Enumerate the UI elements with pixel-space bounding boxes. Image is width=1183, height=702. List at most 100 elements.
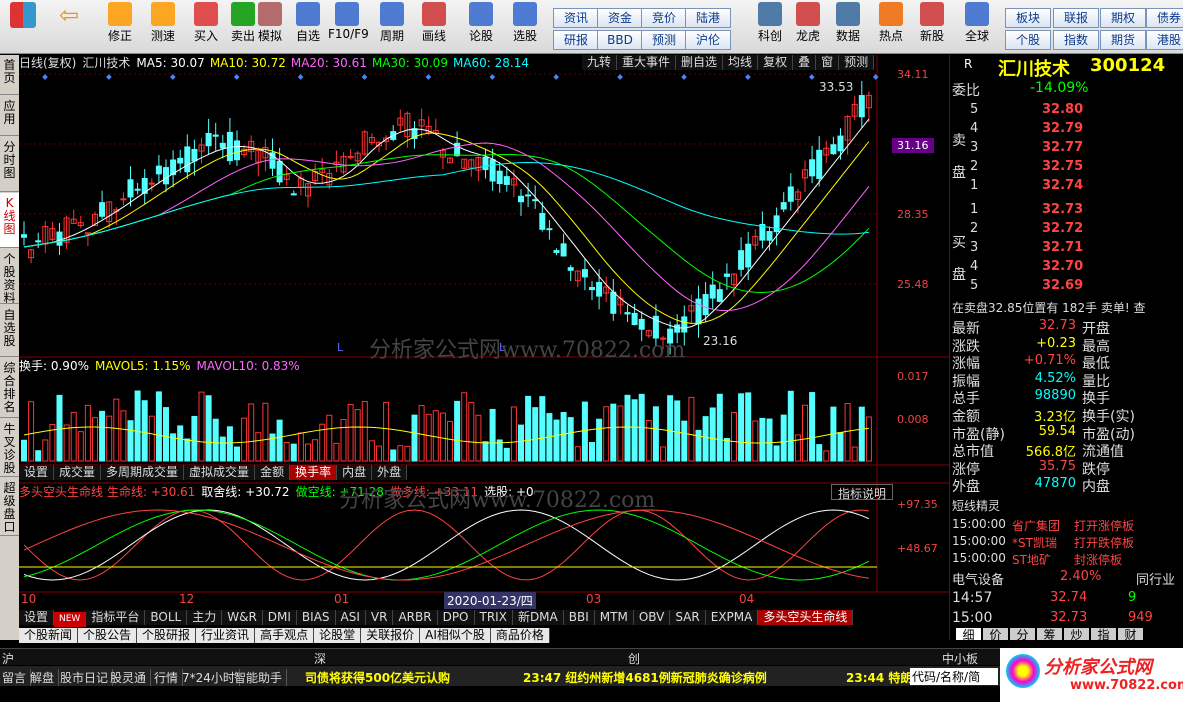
status-item[interactable]: 股市日记 [60, 669, 114, 686]
left-tab-0[interactable]: 首页 [0, 55, 19, 95]
code-search-label[interactable]: 代码/名称/简 [910, 668, 998, 685]
elf-stock[interactable]: 省广集团 [1012, 517, 1060, 534]
status-item[interactable]: 留言 [2, 669, 32, 686]
news-ticker[interactable]: 司债将获得500亿美元认购 [305, 669, 450, 686]
status-item[interactable]: 7*24小时 [182, 669, 240, 686]
market-label[interactable]: 中小板 [942, 650, 978, 665]
quote-footer-tab[interactable]: 价 [983, 628, 1008, 640]
indicator-tab[interactable]: 主力 [187, 610, 223, 625]
indicator-tab[interactable]: BOLL [145, 610, 188, 625]
layout-icon[interactable] [10, 2, 36, 52]
vol-tab[interactable]: 虚拟成交量 [184, 465, 256, 480]
toolbar-button-10[interactable]: 选股 [506, 2, 544, 52]
event-marker[interactable] [297, 74, 304, 80]
toolbar-small-button[interactable]: BBD [597, 30, 643, 50]
toolbar-button-6[interactable]: F10/F9 [328, 2, 369, 52]
event-marker[interactable] [489, 74, 496, 80]
event-marker[interactable] [361, 74, 368, 80]
indicator-tab[interactable]: ASI [335, 610, 366, 625]
news-ticker[interactable]: 23:44 特朗 [846, 669, 912, 686]
toolbar-small-button[interactable]: 期权 [1100, 8, 1146, 28]
event-marker[interactable] [681, 74, 687, 80]
info-tab[interactable]: 个股新闻 [19, 628, 79, 643]
quote-footer-tab[interactable]: 指 [1091, 628, 1116, 640]
info-tab[interactable]: 商品价格 [490, 628, 550, 643]
left-tab-6[interactable]: 综合排名 [0, 358, 19, 418]
event-marker[interactable] [617, 74, 623, 80]
event-marker[interactable] [233, 74, 240, 80]
buy-price[interactable]: 32.73 [1042, 202, 1083, 217]
buy-price[interactable]: 32.72 [1042, 221, 1083, 236]
left-tab-4[interactable]: 个股资料 [0, 249, 19, 304]
toolbar-small-button[interactable]: 陆港 [685, 8, 731, 28]
toolbar-button-13[interactable]: 数据 [829, 2, 867, 52]
market-label[interactable]: 深 [314, 650, 326, 665]
sell-price[interactable]: 32.74 [1042, 178, 1083, 193]
indicator-tab[interactable]: 设置 [19, 610, 55, 625]
elf-stock[interactable]: *ST凯瑞 [1012, 534, 1057, 551]
toolbar-small-button[interactable]: 预测 [641, 30, 687, 50]
indicator-explain-button[interactable]: 指标说明 [831, 484, 894, 501]
buy-price[interactable]: 32.70 [1042, 259, 1083, 274]
toolbar-button-2[interactable]: 买入 [187, 2, 225, 52]
event-marker[interactable] [169, 74, 176, 80]
status-item[interactable]: 股灵通 [110, 669, 152, 686]
toolbar-small-button[interactable]: 指数 [1053, 30, 1099, 50]
toolbar-button-0[interactable]: 修正 [101, 2, 139, 52]
info-tab[interactable]: 关联报价 [361, 628, 421, 643]
indicator-tab[interactable]: W&R [222, 610, 263, 625]
toolbar-small-button[interactable]: 联报 [1053, 8, 1099, 28]
event-marker[interactable] [745, 74, 751, 80]
left-tab-8[interactable]: 超级盘口 [0, 478, 19, 536]
info-tab[interactable]: 高手观点 [255, 628, 315, 643]
sector-name[interactable]: 电气设备 [952, 569, 1004, 588]
indicator-tab[interactable]: OBV [633, 610, 671, 625]
toolbar-small-button[interactable]: 期货 [1100, 30, 1146, 50]
buy-price[interactable]: 32.71 [1042, 240, 1083, 255]
info-tab[interactable]: 行业资讯 [196, 628, 256, 643]
market-label[interactable]: 创 [628, 650, 640, 665]
indicator-tab[interactable]: BIAS [296, 610, 336, 625]
toolbar-button-14[interactable]: 热点 [872, 2, 910, 52]
status-item[interactable]: 解盘 [30, 669, 60, 686]
toolbar-button-12[interactable]: 龙虎 [789, 2, 827, 52]
indicator-tab[interactable]: BBI [563, 610, 595, 625]
indicator-tab[interactable]: 新DMA [512, 610, 564, 625]
event-marker[interactable] [425, 74, 432, 80]
toolbar-small-button[interactable]: 个股 [1005, 30, 1051, 50]
info-tab[interactable]: 个股公告 [78, 628, 138, 643]
vol-tab[interactable]: 多周期成交量 [101, 465, 185, 480]
toolbar-button-15[interactable]: 新股 [913, 2, 951, 52]
toolbar-button-1[interactable]: 测速 [144, 2, 182, 52]
toolbar-small-button[interactable]: 资金 [597, 8, 643, 28]
info-tab[interactable]: 论股堂 [314, 628, 362, 643]
vol-tab[interactable]: 内盘 [337, 465, 373, 480]
quote-footer-tab[interactable]: 分 [1010, 628, 1035, 640]
left-tab-3[interactable]: K线图 [0, 193, 19, 248]
indicator-tab[interactable]: 多头空头生命线 [758, 610, 854, 625]
vol-tab[interactable]: 外盘 [372, 465, 408, 480]
sell-price[interactable]: 32.79 [1042, 121, 1083, 136]
event-marker[interactable] [872, 74, 879, 80]
buy-price[interactable]: 32.69 [1042, 278, 1083, 293]
quote-footer-tab[interactable]: 细 [956, 628, 981, 640]
toolbar-small-button[interactable]: 资讯 [553, 8, 599, 28]
indicator-tab[interactable]: DPO [437, 610, 475, 625]
toolbar-small-button[interactable]: 板块 [1005, 8, 1051, 28]
toolbar-small-button[interactable]: 沪伦 [685, 30, 731, 50]
info-tab[interactable]: 个股研报 [137, 628, 197, 643]
left-tab-1[interactable]: 应用 [0, 96, 19, 136]
vol-tab[interactable]: 换手率 [290, 465, 338, 480]
indicator-tab[interactable]: MTM [594, 610, 634, 625]
event-marker[interactable] [808, 74, 815, 80]
event-marker[interactable] [106, 74, 112, 80]
toolbar-button-16[interactable]: 全球 [958, 2, 996, 52]
left-tab-7[interactable]: 牛叉诊股 [0, 419, 19, 477]
indicator-tab[interactable]: EXPMA [705, 610, 759, 625]
back-icon[interactable]: ⇦ [56, 2, 82, 52]
info-tab[interactable]: AI相似个股 [420, 628, 491, 643]
elf-stock[interactable]: ST地矿 [1012, 551, 1051, 568]
left-tab-5[interactable]: 自选股 [0, 305, 19, 357]
left-tab-2[interactable]: 分时图 [0, 137, 19, 192]
chart-area[interactable]: 日线(复权) 汇川技术 MA5: 30.07 MA10: 30.72 MA20: 30.… [19, 55, 949, 643]
